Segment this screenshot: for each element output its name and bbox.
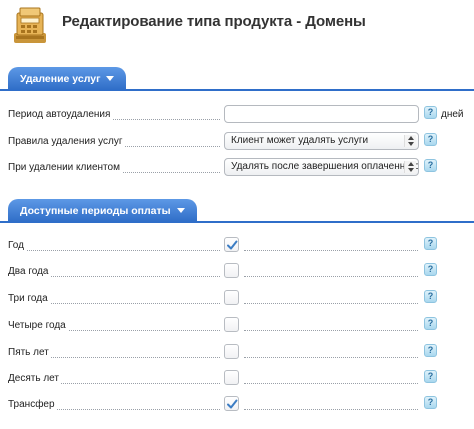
client-deletion-value: Удалять после завершения оплаченного xyxy=(231,161,419,172)
row-period-ten-years: Десять лет ? xyxy=(0,368,474,390)
dotted-leader xyxy=(244,250,418,251)
period-three-years-label: Три года xyxy=(8,293,50,304)
period-five-years-label: Пять лет xyxy=(8,347,51,358)
dotted-leader xyxy=(244,357,418,358)
row-period-three-years: Три года ? xyxy=(0,288,474,310)
row-period-transfer: Трансфер ? xyxy=(0,394,474,416)
period-year-checkbox[interactable] xyxy=(224,237,239,252)
deletion-rules-select[interactable]: Клиент может удалять услуги xyxy=(224,132,419,150)
days-suffix: дней xyxy=(441,109,464,120)
page-header: Редактирование типа продукта - Домены xyxy=(0,0,474,52)
row-auto-delete-period: Период автоудаления ? дней xyxy=(0,104,474,126)
section-tab-label: Удаление услуг xyxy=(20,73,101,85)
period-three-years-checkbox[interactable] xyxy=(224,290,239,305)
page-title: Редактирование типа продукта - Домены xyxy=(62,13,366,30)
row-period-two-years: Два года ? xyxy=(0,261,474,283)
help-icon[interactable]: ? xyxy=(424,106,437,119)
chevron-down-icon xyxy=(176,208,185,213)
select-arrows-icon xyxy=(404,161,416,173)
help-icon[interactable]: ? xyxy=(424,290,437,303)
help-icon[interactable]: ? xyxy=(424,237,437,250)
section-tab-payment-periods[interactable]: Доступные периоды оплаты xyxy=(8,199,197,223)
chevron-down-icon xyxy=(106,76,115,81)
period-four-years-checkbox[interactable] xyxy=(224,317,239,332)
client-deletion-select[interactable]: Удалять после завершения оплаченного xyxy=(224,158,419,176)
help-icon[interactable]: ? xyxy=(424,263,437,276)
deletion-rules-value: Клиент может удалять услуги xyxy=(231,135,369,146)
auto-delete-period-input[interactable] xyxy=(224,105,419,123)
help-icon[interactable]: ? xyxy=(424,370,437,383)
help-icon[interactable]: ? xyxy=(424,159,437,172)
client-deletion-label: При удалении клиентом xyxy=(8,162,122,173)
period-transfer-checkbox[interactable] xyxy=(224,396,239,411)
period-five-years-checkbox[interactable] xyxy=(224,344,239,359)
section-tab-service-deletion[interactable]: Удаление услуг xyxy=(8,67,127,91)
period-transfer-label: Трансфер xyxy=(8,399,57,410)
dotted-leader xyxy=(8,250,220,251)
section-payment-periods: Доступные периоды оплаты xyxy=(0,199,474,223)
section-divider xyxy=(0,89,474,91)
help-icon[interactable]: ? xyxy=(424,344,437,357)
row-period-four-years: Четыре года ? xyxy=(0,315,474,337)
row-period-five-years: Пять лет ? xyxy=(0,342,474,364)
row-deletion-rules: Правила удаления услуг Клиент может удал… xyxy=(0,131,474,153)
help-icon[interactable]: ? xyxy=(424,396,437,409)
help-icon[interactable]: ? xyxy=(424,317,437,330)
period-two-years-label: Два года xyxy=(8,266,51,277)
checkmark-icon xyxy=(227,240,238,250)
period-year-label: Год xyxy=(8,240,26,251)
row-client-deletion: При удалении клиентом Удалять после заве… xyxy=(0,157,474,179)
period-two-years-checkbox[interactable] xyxy=(224,263,239,278)
dotted-leader xyxy=(244,409,418,410)
section-service-deletion: Удаление услуг xyxy=(0,67,474,91)
select-arrows-icon xyxy=(404,135,416,147)
period-ten-years-checkbox[interactable] xyxy=(224,370,239,385)
help-icon[interactable]: ? xyxy=(424,133,437,146)
row-period-year: Год ? xyxy=(0,235,474,257)
dotted-leader xyxy=(244,303,418,304)
auto-delete-period-label: Период автоудаления xyxy=(8,109,113,120)
section-divider xyxy=(0,221,474,223)
cash-register-icon xyxy=(10,5,50,45)
period-ten-years-label: Десять лет xyxy=(8,373,61,384)
section-tab-label: Доступные периоды оплаты xyxy=(20,205,171,217)
deletion-rules-label: Правила удаления услуг xyxy=(8,136,125,147)
period-four-years-label: Четыре года xyxy=(8,320,68,331)
dotted-leader xyxy=(244,383,418,384)
dotted-leader xyxy=(244,330,418,331)
checkmark-icon xyxy=(227,399,238,409)
dotted-leader xyxy=(244,276,418,277)
